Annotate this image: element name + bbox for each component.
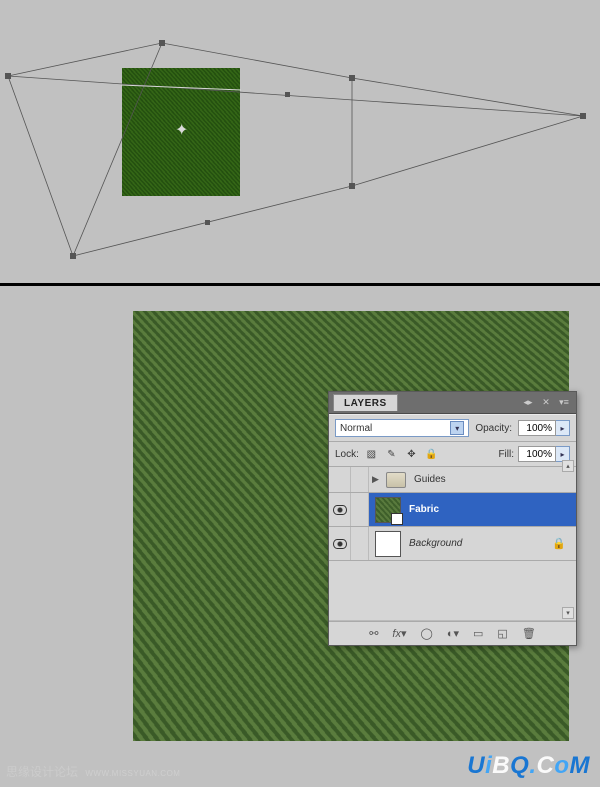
panel-header: LAYERS ◂▸ ✕ ▾≡: [329, 392, 576, 414]
link-cell[interactable]: [351, 493, 369, 526]
fill-input[interactable]: [518, 446, 556, 462]
new-layer-icon[interactable]: ◱: [497, 627, 507, 640]
layer-name-guides: Guides: [410, 474, 576, 485]
transform-center-icon[interactable]: ✦: [175, 120, 188, 140]
layers-panel: LAYERS ◂▸ ✕ ▾≡ Normal ▾ Opacity: ▸ Lock:…: [328, 391, 577, 646]
panel-footer: ⚯ fx▾ ◯ ◐▾ ▭ ◱ 🗑: [329, 621, 576, 645]
scroll-up-icon[interactable]: ▴: [562, 460, 574, 472]
lock-label: Lock:: [335, 449, 359, 460]
eye-icon: [333, 539, 347, 549]
lock-pixels-icon[interactable]: ✎: [385, 449, 398, 460]
blend-mode-select[interactable]: Normal ▾: [335, 419, 469, 437]
visibility-toggle[interactable]: [329, 527, 351, 560]
visibility-toggle[interactable]: [329, 467, 351, 492]
chevron-down-icon: ▾: [450, 421, 464, 435]
blend-mode-value: Normal: [340, 423, 372, 434]
link-layers-icon[interactable]: ⚯: [369, 627, 378, 640]
layer-list-empty-area: [329, 561, 576, 621]
adjustment-layer-icon[interactable]: ◐▾: [447, 627, 459, 640]
opacity-flyout-icon[interactable]: ▸: [556, 420, 570, 436]
layers-tab[interactable]: LAYERS: [333, 394, 398, 411]
folder-icon: [386, 472, 406, 488]
lock-position-icon[interactable]: ✥: [405, 449, 418, 460]
opacity-input[interactable]: [518, 420, 556, 436]
layer-name-fabric: Fabric: [405, 504, 576, 515]
lock-transparency-icon[interactable]: ▧: [365, 449, 378, 460]
lock-fill-row: Lock: ▧ ✎ ✥ 🔒 Fill: ▸: [329, 442, 576, 467]
new-group-icon[interactable]: ▭: [473, 627, 483, 640]
layer-row-guides[interactable]: ▶ Guides: [329, 467, 576, 493]
transform-wireframe: [0, 0, 600, 283]
eye-icon: [333, 505, 347, 515]
lock-all-icon[interactable]: 🔒: [425, 449, 438, 460]
panel-menu-icon[interactable]: ▾≡: [558, 397, 570, 409]
watermark-left: 思缘设计论坛 WWW.MISSYUAN.COM: [6, 763, 180, 780]
scroll-down-icon[interactable]: ▾: [562, 607, 574, 619]
watermark-right: UiBQ.CoM: [467, 752, 590, 780]
blend-opacity-row: Normal ▾ Opacity: ▸: [329, 414, 576, 442]
opacity-label: Opacity:: [475, 423, 512, 434]
layer-list-scrollbar[interactable]: ▴ ▾: [562, 460, 574, 619]
link-cell[interactable]: [351, 527, 369, 560]
visibility-toggle[interactable]: [329, 493, 351, 526]
layer-thumbnail-background[interactable]: [375, 531, 401, 557]
layer-mask-icon[interactable]: ◯: [421, 627, 433, 640]
layer-list: ▶ Guides Fabric Background 🔒: [329, 467, 576, 621]
collapse-icon[interactable]: ◂▸: [522, 397, 534, 409]
layer-name-background: Background: [405, 538, 552, 549]
layer-row-background[interactable]: Background 🔒: [329, 527, 576, 561]
perspective-transform-canvas: ✦: [0, 0, 600, 283]
link-cell[interactable]: [351, 467, 369, 492]
layer-thumbnail-fabric[interactable]: [375, 497, 401, 523]
fill-label: Fill:: [498, 449, 514, 460]
layer-row-fabric[interactable]: Fabric: [329, 493, 576, 527]
delete-layer-icon[interactable]: 🗑: [522, 627, 536, 640]
layer-fx-icon[interactable]: fx▾: [392, 627, 406, 640]
close-icon[interactable]: ✕: [540, 397, 552, 409]
disclosure-icon[interactable]: ▶: [372, 474, 382, 485]
